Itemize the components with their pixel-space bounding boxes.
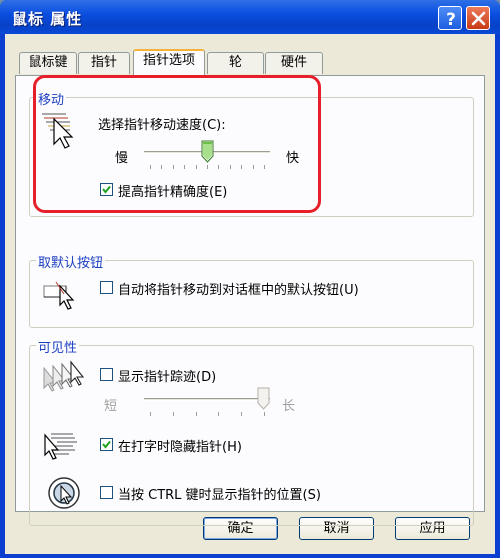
hide-while-typing-label: 在打字时隐藏指针(H) — [118, 440, 242, 455]
slider-tick — [173, 412, 174, 416]
tab-pointer-options[interactable]: 指针选项 — [133, 49, 205, 76]
tab-buttons[interactable]: 鼠标键 — [19, 52, 77, 74]
show-location-ctrl-checkbox[interactable] — [100, 486, 113, 499]
snap-to-default-label: 自动将指针移动到对话框中的默认按钮(U) — [118, 283, 359, 298]
help-icon: ? — [446, 10, 456, 30]
pointer-trails-label: 显示指针踪迹(D) — [118, 370, 217, 385]
slider-tick — [218, 412, 219, 416]
tab-label: 鼠标键 — [28, 55, 68, 70]
close-button[interactable] — [466, 6, 490, 30]
trails-short-label: 短 — [104, 399, 118, 414]
window-title: 鼠标 属性 — [12, 10, 83, 28]
show-location-ctrl-label: 当按 CTRL 键时显示指针的位置(S) — [118, 488, 321, 503]
slider-tick — [196, 412, 197, 416]
tab-label: 指针 — [90, 55, 117, 70]
snap-to-icon — [43, 281, 75, 310]
show-location-icon — [48, 477, 80, 509]
tab-label: 硬件 — [280, 55, 307, 70]
checkmark-icon — [102, 440, 111, 449]
snap-to-default-checkbox[interactable] — [100, 281, 113, 294]
tab-wheel[interactable]: 轮 — [207, 52, 264, 74]
pointer-trails-checkbox[interactable] — [100, 368, 113, 381]
trails-long-label: 长 — [282, 399, 296, 414]
slider-tick — [264, 412, 265, 416]
help-button[interactable]: ? — [438, 6, 462, 30]
slider-tick — [241, 412, 242, 416]
slider-track — [144, 398, 270, 401]
visibility-group-title: 可见性 — [36, 337, 80, 356]
annotation-highlight — [33, 75, 321, 213]
close-icon — [471, 11, 486, 26]
tab-hardware[interactable]: 硬件 — [265, 52, 323, 74]
snap-to-group-title: 取默认按钮 — [36, 252, 106, 271]
tab-pointers[interactable]: 指针 — [78, 52, 130, 74]
pointer-trails-icon — [43, 360, 85, 392]
pointer-trails-slider[interactable] — [144, 387, 270, 417]
hide-while-typing-icon — [44, 433, 77, 460]
slider-ticks — [144, 412, 270, 416]
slider-thumb[interactable] — [257, 387, 270, 411]
svg-text:?: ? — [446, 10, 456, 30]
tab-label: 轮 — [228, 55, 242, 70]
slider-tick — [150, 412, 151, 416]
hide-while-typing-checkbox[interactable] — [100, 438, 113, 451]
tab-label: 指针选项 — [142, 53, 195, 68]
title-bar[interactable]: 鼠标 属性 ? — [0, 0, 500, 34]
